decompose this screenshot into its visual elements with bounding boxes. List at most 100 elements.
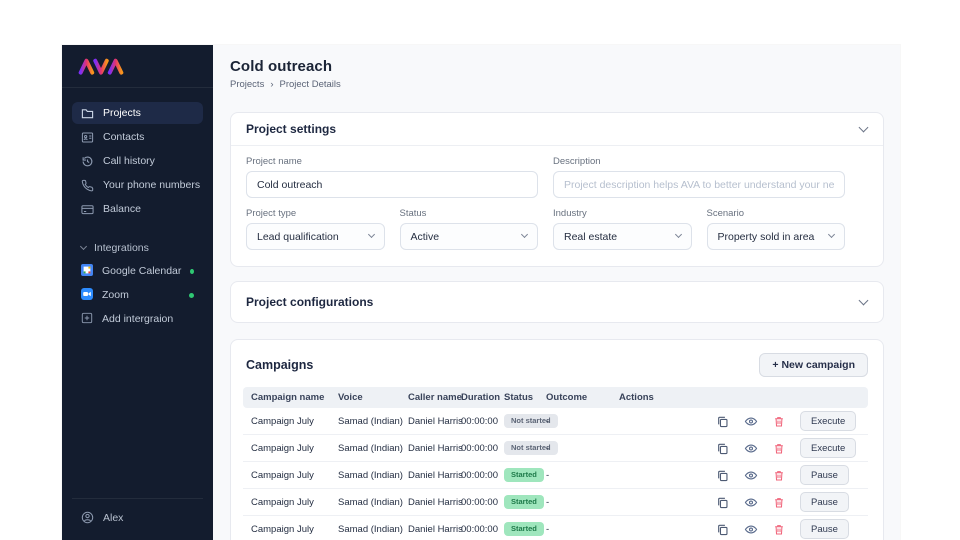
project-type-field-group: Project type Lead qualification	[246, 208, 385, 250]
integrations-toggle[interactable]: Integrations	[72, 238, 203, 258]
campaign-name-cell: Campaign July	[251, 523, 314, 535]
view-icon[interactable]	[744, 415, 758, 428]
status-field-group: Status Active	[399, 208, 538, 250]
view-icon[interactable]	[744, 469, 758, 482]
duration-cell: 00:00:00	[461, 523, 498, 535]
breadcrumb-separator: ›	[270, 79, 274, 90]
campaigns-table-header: Campaign name Voice Caller name Duration…	[243, 387, 868, 408]
campaign-name-cell: Campaign July	[251, 469, 314, 481]
scenario-value: Property sold in area	[717, 230, 815, 243]
execute-button[interactable]: Execute	[800, 438, 857, 458]
delete-icon[interactable]	[773, 442, 785, 455]
project-settings-header[interactable]: Project settings	[231, 113, 883, 146]
outcome-cell: -	[546, 496, 550, 508]
industry-label: Industry	[553, 208, 587, 219]
delete-icon[interactable]	[773, 523, 785, 536]
chevron-down-icon	[367, 230, 375, 239]
collapse-chevron-icon[interactable]	[858, 122, 869, 132]
execute-button[interactable]: Execute	[800, 411, 857, 431]
sidebar-item-projects[interactable]: Projects	[72, 102, 203, 124]
caller-name-cell: Daniel Harris	[408, 523, 463, 535]
breadcrumb: Projects › Project Details	[230, 79, 884, 90]
description-input[interactable]	[553, 171, 845, 198]
sidebar-nav: Projects Contacts Call history Your phon…	[62, 88, 213, 222]
chevron-down-icon	[674, 230, 682, 239]
duplicate-icon[interactable]	[716, 523, 729, 536]
outcome-cell: -	[546, 523, 550, 535]
status-value: Active	[410, 230, 440, 243]
view-icon[interactable]	[744, 496, 758, 509]
collapse-chevron-icon[interactable]	[858, 295, 869, 305]
sidebar-item-label: Balance	[103, 203, 141, 215]
user-menu[interactable]: Alex	[72, 498, 203, 540]
voice-cell: Samad (Indian)	[338, 523, 403, 535]
sidebar-item-balance[interactable]: Balance	[72, 198, 203, 220]
campaign-name-cell: Campaign July	[251, 442, 314, 454]
project-name-field-group: Project name	[246, 156, 538, 198]
sidebar-item-contacts[interactable]: Contacts	[72, 126, 203, 148]
ava-logo-icon	[78, 58, 124, 75]
outcome-cell: -	[546, 442, 550, 454]
column-header-voice: Voice	[338, 392, 363, 403]
pause-button[interactable]: Pause	[800, 465, 849, 485]
outcome-cell: -	[546, 469, 550, 481]
scenario-select[interactable]: Property sold in area	[706, 223, 845, 250]
view-icon[interactable]	[744, 442, 758, 455]
project-settings-body: Project name Description Project type Le…	[231, 146, 883, 266]
add-integration-button[interactable]: Add intergraion	[72, 308, 203, 330]
pause-button[interactable]: Pause	[800, 492, 849, 512]
delete-icon[interactable]	[773, 415, 785, 428]
voice-cell: Samad (Indian)	[338, 469, 403, 481]
integration-google-calendar[interactable]: Google Calendar	[72, 260, 203, 282]
duplicate-icon[interactable]	[716, 469, 729, 482]
column-header-outcome: Outcome	[546, 392, 588, 403]
credit-card-icon	[81, 203, 94, 216]
industry-field-group: Industry Real estate	[553, 208, 692, 250]
history-icon	[81, 155, 94, 168]
delete-icon[interactable]	[773, 469, 785, 482]
duplicate-icon[interactable]	[716, 442, 729, 455]
industry-select[interactable]: Real estate	[553, 223, 692, 250]
campaigns-title: Campaigns	[246, 358, 314, 372]
project-configurations-header[interactable]: Project configurations	[231, 282, 883, 322]
project-name-input[interactable]	[246, 171, 538, 198]
sidebar-item-phone-numbers[interactable]: Your phone numbers	[72, 174, 203, 196]
scenario-label: Scenario	[706, 208, 745, 219]
campaign-row: Campaign July Samad (Indian) Daniel Harr…	[243, 516, 868, 540]
pause-button[interactable]: Pause	[800, 519, 849, 539]
breadcrumb-current: Project Details	[279, 79, 341, 90]
zoom-icon	[81, 287, 93, 303]
phone-icon	[81, 179, 94, 192]
project-type-select[interactable]: Lead qualification	[246, 223, 385, 250]
sidebar-item-label: Projects	[103, 107, 141, 119]
campaign-name-cell: Campaign July	[251, 496, 314, 508]
chevron-down-icon	[827, 230, 836, 239]
view-icon[interactable]	[744, 523, 758, 536]
caller-name-cell: Daniel Harris	[408, 496, 463, 508]
status-label: Status	[399, 208, 427, 219]
voice-cell: Samad (Indian)	[338, 415, 403, 427]
project-configurations-title: Project configurations	[246, 295, 374, 309]
app-window: Projects Contacts Call history Your phon…	[62, 45, 900, 540]
add-integration-label: Add intergraion	[102, 313, 174, 325]
outcome-cell: -	[546, 415, 550, 427]
sidebar-item-label: Contacts	[103, 131, 145, 143]
integration-zoom[interactable]: Zoom	[72, 284, 203, 306]
duplicate-icon[interactable]	[716, 496, 729, 509]
connected-status-dot	[189, 292, 194, 298]
breadcrumb-parent[interactable]: Projects	[230, 79, 264, 90]
project-configurations-card: Project configurations	[230, 281, 884, 323]
sidebar-item-call-history[interactable]: Call history	[72, 150, 203, 172]
delete-icon[interactable]	[773, 496, 785, 509]
new-campaign-button[interactable]: + New campaign	[759, 353, 868, 377]
duration-cell: 00:00:00	[461, 415, 498, 427]
project-type-value: Lead qualification	[257, 230, 339, 243]
campaign-row: Campaign July Samad (Indian) Daniel Harr…	[243, 462, 868, 489]
campaign-row: Campaign July Samad (Indian) Daniel Harr…	[243, 489, 868, 516]
scenario-field-group: Scenario Property sold in area	[706, 208, 845, 250]
project-settings-title: Project settings	[246, 122, 337, 136]
duplicate-icon[interactable]	[716, 415, 729, 428]
column-header-actions: Actions	[619, 392, 654, 403]
status-select[interactable]: Active	[399, 223, 538, 250]
duration-cell: 00:00:00	[461, 496, 498, 508]
